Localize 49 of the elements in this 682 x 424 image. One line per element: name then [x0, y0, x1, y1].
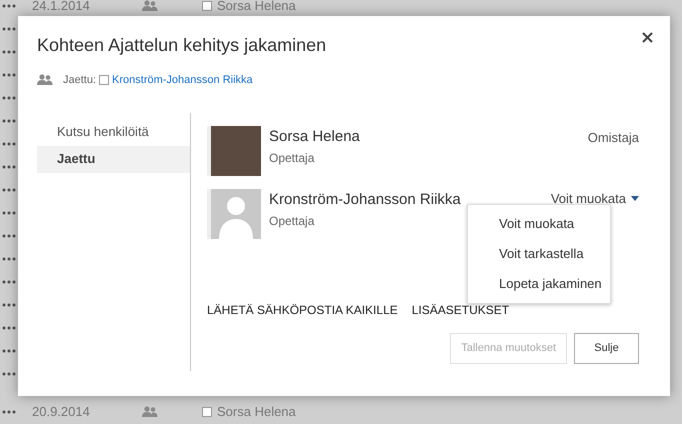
owner-text: Sorsa Helena: [217, 0, 296, 15]
more-icon[interactable]: [2, 164, 16, 168]
dialog-title: Kohteen Ajattelun kehitys jakaminen: [37, 34, 326, 57]
shared-label: Jaettu:: [63, 73, 96, 88]
more-icon[interactable]: [2, 72, 16, 76]
more-icon[interactable]: [2, 256, 16, 260]
people-icon: [37, 74, 53, 86]
more-icon[interactable]: [2, 188, 16, 192]
permission-dropdown[interactable]: Voit muokata: [550, 188, 639, 208]
menu-item[interactable]: Lopeta jakaminen: [468, 269, 610, 299]
more-icon[interactable]: [2, 410, 16, 414]
people-icon: [142, 0, 158, 12]
people-icon: [142, 406, 158, 418]
nav-tab[interactable]: Kutsu henkilöitä: [37, 118, 190, 146]
action-link[interactable]: LISÄASETUKSET: [412, 300, 510, 318]
checkbox[interactable]: [202, 406, 212, 416]
more-icon[interactable]: [2, 4, 16, 8]
person-role: Opettaja: [269, 213, 316, 230]
more-icon[interactable]: [2, 234, 16, 238]
menu-item[interactable]: Voit muokata: [468, 209, 610, 239]
person-role: Opettaja: [269, 150, 316, 167]
person-name: Kronström-Johansson Riikka: [269, 190, 461, 210]
permission-text: Omistaja: [588, 130, 639, 144]
more-icon[interactable]: [2, 326, 16, 330]
more-icon[interactable]: [2, 280, 16, 284]
more-icon[interactable]: [2, 26, 16, 30]
checkbox[interactable]: [99, 75, 110, 86]
date-text: 24.1.2014: [32, 0, 91, 15]
more-icon[interactable]: [2, 210, 16, 214]
date-text: 20.9.2014: [32, 402, 91, 421]
dialog-button[interactable]: Sulje: [574, 332, 639, 364]
avatar-silhouette: [207, 188, 261, 238]
photo-placeholder: [207, 126, 261, 176]
checkbox[interactable]: [202, 0, 212, 10]
menu-item[interactable]: Voit tarkastella: [468, 239, 610, 269]
more-icon[interactable]: [2, 96, 16, 100]
nav-tab[interactable]: Jaettu: [37, 146, 190, 172]
more-icon[interactable]: [2, 372, 16, 376]
owner-text: Sorsa Helena: [217, 402, 296, 421]
caret-icon: [631, 196, 639, 201]
more-icon[interactable]: [2, 302, 16, 306]
more-icon[interactable]: [2, 142, 16, 146]
more-icon[interactable]: [2, 50, 16, 54]
more-icon[interactable]: [2, 348, 16, 352]
person-name: Sorsa Helena: [269, 126, 360, 146]
action-link[interactable]: LÄHETÄ SÄHKÖPOSTIA KAIKILLE: [207, 300, 398, 318]
more-icon[interactable]: [2, 118, 16, 122]
shared-user-link[interactable]: Kronström-Johansson Riikka: [112, 72, 253, 88]
close-icon: [642, 32, 652, 42]
